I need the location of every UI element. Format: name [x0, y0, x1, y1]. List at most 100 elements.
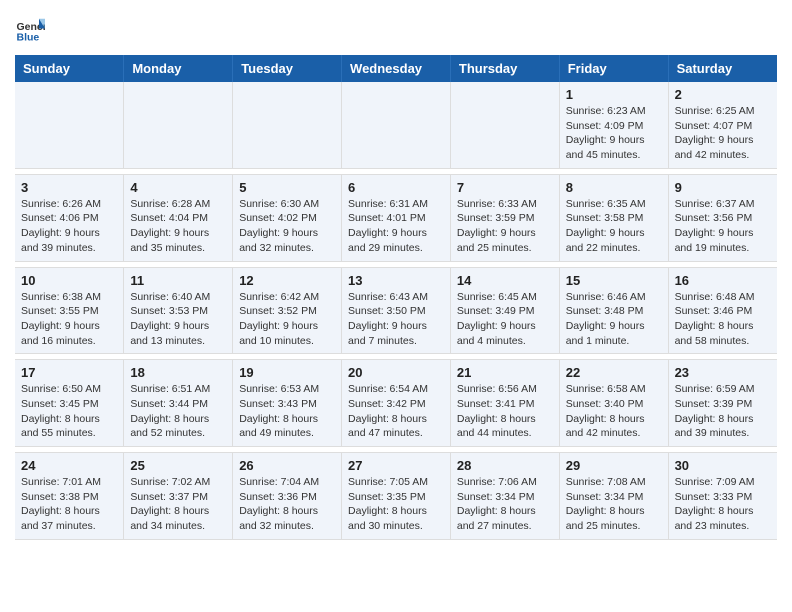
day-info: Sunrise: 6:38 AM Sunset: 3:55 PM Dayligh… — [21, 290, 117, 349]
calendar-cell: 20Sunrise: 6:54 AM Sunset: 3:42 PM Dayli… — [342, 360, 451, 447]
calendar-cell: 21 Sunrise: 6:56 AM Sunset: 3:41 PM Dayli… — [450, 360, 559, 447]
calendar-cell: 5 Sunrise: 6:30 AM Sunset: 4:02 PM Daylig… — [233, 174, 342, 261]
calendar-cell: 1 Sunrise: 6:23 AM Sunset: 4:09 PM Daylig… — [559, 82, 668, 168]
weekday-header-friday: Friday — [559, 55, 668, 82]
day-number: 21 — [457, 365, 553, 380]
day-info: Sunrise: 6:43 AM Sunset: 3:50 PM Dayligh… — [348, 290, 444, 349]
calendar-cell — [450, 82, 559, 168]
day-info: Sunrise: 6:51 AM Sunset: 3:44 PM Dayligh… — [130, 382, 226, 441]
svg-text:Blue: Blue — [17, 32, 40, 44]
calendar-cell: 25Sunrise: 7:02 AM Sunset: 3:37 PM Dayli… — [124, 453, 233, 540]
day-info: Sunrise: 6:35 AM Sunset: 3:58 PM Dayligh… — [566, 197, 662, 256]
day-number: 9 — [675, 180, 771, 195]
logo-icon: General Blue — [15, 15, 45, 45]
day-number: 15 — [566, 273, 662, 288]
weekday-header-wednesday: Wednesday — [342, 55, 451, 82]
day-info: Sunrise: 7:09 AM Sunset: 3:33 PM Dayligh… — [675, 475, 771, 534]
calendar-cell: 10Sunrise: 6:38 AM Sunset: 3:55 PM Dayli… — [15, 267, 124, 354]
day-info: Sunrise: 6:59 AM Sunset: 3:39 PM Dayligh… — [675, 382, 771, 441]
logo: General Blue — [15, 15, 45, 45]
day-info: Sunrise: 6:26 AM Sunset: 4:06 PM Dayligh… — [21, 197, 117, 256]
calendar-cell: 15 Sunrise: 6:46 AM Sunset: 3:48 PM Dayli… — [559, 267, 668, 354]
day-number: 3 — [21, 180, 117, 195]
calendar-week-row: 17 Sunrise: 6:50 AM Sunset: 3:45 PM Dayli… — [15, 360, 777, 447]
day-number: 24 — [21, 458, 117, 473]
day-info: Sunrise: 6:28 AM Sunset: 4:04 PM Dayligh… — [130, 197, 226, 256]
day-number: 29 — [566, 458, 662, 473]
day-number: 7 — [457, 180, 553, 195]
day-number: 30 — [675, 458, 771, 473]
day-info: Sunrise: 6:48 AM Sunset: 3:46 PM Dayligh… — [675, 290, 771, 349]
day-info: Sunrise: 6:56 AM Sunset: 3:41 PM Dayligh… — [457, 382, 553, 441]
day-number: 5 — [239, 180, 335, 195]
weekday-header-monday: Monday — [124, 55, 233, 82]
day-info: Sunrise: 7:01 AM Sunset: 3:38 PM Dayligh… — [21, 475, 117, 534]
weekday-header-saturday: Saturday — [668, 55, 777, 82]
calendar-cell: 14 Sunrise: 6:45 AM Sunset: 3:49 PM Dayli… — [450, 267, 559, 354]
calendar-cell — [233, 82, 342, 168]
calendar-cell: 24 Sunrise: 7:01 AM Sunset: 3:38 PM Dayli… — [15, 453, 124, 540]
calendar-cell: 19Sunrise: 6:53 AM Sunset: 3:43 PM Dayli… — [233, 360, 342, 447]
calendar-cell — [342, 82, 451, 168]
day-info: Sunrise: 6:23 AM Sunset: 4:09 PM Dayligh… — [566, 104, 662, 163]
calendar-cell: 12 Sunrise: 6:42 AM Sunset: 3:52 PM Dayli… — [233, 267, 342, 354]
calendar-cell: 2 Sunrise: 6:25 AM Sunset: 4:07 PM Daylig… — [668, 82, 777, 168]
weekday-header-row: SundayMondayTuesdayWednesdayThursdayFrid… — [15, 55, 777, 82]
day-info: Sunrise: 6:50 AM Sunset: 3:45 PM Dayligh… — [21, 382, 117, 441]
header: General Blue — [15, 10, 777, 45]
calendar-cell: 26 Sunrise: 7:04 AM Sunset: 3:36 PM Dayli… — [233, 453, 342, 540]
day-info: Sunrise: 7:06 AM Sunset: 3:34 PM Dayligh… — [457, 475, 553, 534]
calendar-cell: 11 Sunrise: 6:40 AM Sunset: 3:53 PM Dayli… — [124, 267, 233, 354]
day-number: 12 — [239, 273, 335, 288]
day-number: 1 — [566, 87, 662, 102]
calendar-week-row: 24 Sunrise: 7:01 AM Sunset: 3:38 PM Dayli… — [15, 453, 777, 540]
day-number: 14 — [457, 273, 553, 288]
day-info: Sunrise: 7:02 AM Sunset: 3:37 PM Dayligh… — [130, 475, 226, 534]
calendar-cell: 29 Sunrise: 7:08 AM Sunset: 3:34 PM Dayli… — [559, 453, 668, 540]
page: General Blue SundayMondayTuesdayWednesda… — [0, 0, 792, 550]
day-info: Sunrise: 7:05 AM Sunset: 3:35 PM Dayligh… — [348, 475, 444, 534]
day-number: 18 — [130, 365, 226, 380]
day-info: Sunrise: 6:46 AM Sunset: 3:48 PM Dayligh… — [566, 290, 662, 349]
day-info: Sunrise: 6:42 AM Sunset: 3:52 PM Dayligh… — [239, 290, 335, 349]
calendar-cell — [124, 82, 233, 168]
calendar-cell: 27 Sunrise: 7:05 AM Sunset: 3:35 PM Dayli… — [342, 453, 451, 540]
day-info: Sunrise: 6:30 AM Sunset: 4:02 PM Dayligh… — [239, 197, 335, 256]
day-info: Sunrise: 6:25 AM Sunset: 4:07 PM Dayligh… — [675, 104, 771, 163]
day-number: 23 — [675, 365, 771, 380]
day-info: Sunrise: 6:33 AM Sunset: 3:59 PM Dayligh… — [457, 197, 553, 256]
calendar-cell: 30 Sunrise: 7:09 AM Sunset: 3:33 PM Dayli… — [668, 453, 777, 540]
day-number: 11 — [130, 273, 226, 288]
day-number: 22 — [566, 365, 662, 380]
day-number: 27 — [348, 458, 444, 473]
calendar-week-row: 1 Sunrise: 6:23 AM Sunset: 4:09 PM Daylig… — [15, 82, 777, 168]
calendar-cell: 23 Sunrise: 6:59 AM Sunset: 3:39 PM Dayli… — [668, 360, 777, 447]
day-number: 26 — [239, 458, 335, 473]
day-number: 28 — [457, 458, 553, 473]
calendar-cell: 8 Sunrise: 6:35 AM Sunset: 3:58 PM Daylig… — [559, 174, 668, 261]
day-number: 19 — [239, 365, 335, 380]
day-number: 16 — [675, 273, 771, 288]
calendar-table: SundayMondayTuesdayWednesdayThursdayFrid… — [15, 55, 777, 540]
day-info: Sunrise: 6:40 AM Sunset: 3:53 PM Dayligh… — [130, 290, 226, 349]
day-number: 17 — [21, 365, 117, 380]
day-number: 8 — [566, 180, 662, 195]
day-info: Sunrise: 6:31 AM Sunset: 4:01 PM Dayligh… — [348, 197, 444, 256]
day-number: 2 — [675, 87, 771, 102]
day-number: 6 — [348, 180, 444, 195]
calendar-cell: 7 Sunrise: 6:33 AM Sunset: 3:59 PM Daylig… — [450, 174, 559, 261]
weekday-header-tuesday: Tuesday — [233, 55, 342, 82]
calendar-cell: 28 Sunrise: 7:06 AM Sunset: 3:34 PM Dayli… — [450, 453, 559, 540]
day-info: Sunrise: 7:04 AM Sunset: 3:36 PM Dayligh… — [239, 475, 335, 534]
calendar-cell — [15, 82, 124, 168]
day-info: Sunrise: 7:08 AM Sunset: 3:34 PM Dayligh… — [566, 475, 662, 534]
calendar-cell: 3 Sunrise: 6:26 AM Sunset: 4:06 PM Daylig… — [15, 174, 124, 261]
calendar-cell: 18 Sunrise: 6:51 AM Sunset: 3:44 PM Dayli… — [124, 360, 233, 447]
day-info: Sunrise: 6:58 AM Sunset: 3:40 PM Dayligh… — [566, 382, 662, 441]
calendar-week-row: 3 Sunrise: 6:26 AM Sunset: 4:06 PM Daylig… — [15, 174, 777, 261]
calendar-cell: 6 Sunrise: 6:31 AM Sunset: 4:01 PM Daylig… — [342, 174, 451, 261]
calendar-week-row: 10Sunrise: 6:38 AM Sunset: 3:55 PM Dayli… — [15, 267, 777, 354]
day-info: Sunrise: 6:45 AM Sunset: 3:49 PM Dayligh… — [457, 290, 553, 349]
day-info: Sunrise: 6:54 AM Sunset: 3:42 PM Dayligh… — [348, 382, 444, 441]
day-info: Sunrise: 6:37 AM Sunset: 3:56 PM Dayligh… — [675, 197, 771, 256]
